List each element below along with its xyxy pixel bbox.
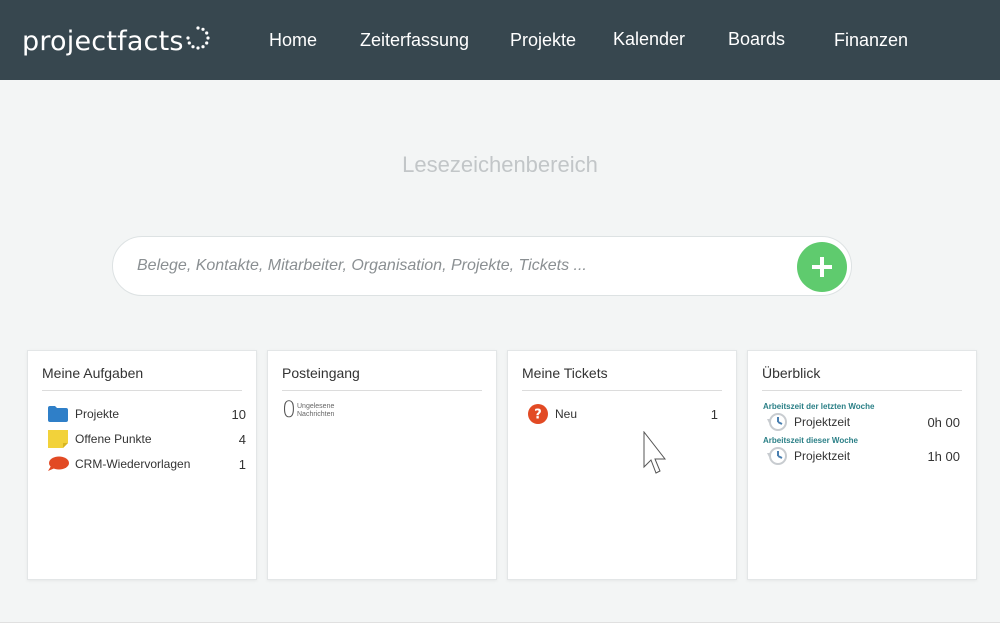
nav-finanzen[interactable]: Finanzen (834, 30, 908, 51)
unread-label: Ungelesene Nachrichten (297, 403, 377, 419)
logo-text: projectfacts (22, 26, 184, 57)
card-inbox[interactable]: Posteingang 0 Ungelesene Nachrichten (267, 350, 497, 580)
dotted-circle-icon (186, 26, 210, 50)
nav-home[interactable]: Home (269, 30, 317, 51)
card-title: Meine Tickets (522, 365, 608, 381)
overview-heading-last-week: Arbeitszeit der letzten Woche (763, 402, 875, 411)
row-label: Offene Punkte (75, 432, 152, 446)
task-row-open-items[interactable]: Offene Punkte 4 (48, 429, 246, 449)
divider (522, 390, 722, 391)
add-button[interactable] (797, 242, 847, 292)
overview-label: Projektzeit (794, 415, 851, 429)
ticket-row-new[interactable]: ? Neu 1 (528, 404, 726, 424)
unread-label-line1: Ungelesene (297, 403, 335, 410)
search-box (112, 236, 852, 296)
card-my-tickets: Meine Tickets ? Neu 1 (507, 350, 737, 580)
row-count: 10 (231, 406, 246, 422)
card-title: Überblick (762, 365, 821, 381)
task-row-projects[interactable]: Projekte 10 (48, 404, 246, 424)
sticky-note-icon (48, 430, 70, 448)
divider (282, 390, 482, 391)
task-row-crm-followups[interactable]: CRM-Wiedervorlagen 1 (48, 454, 246, 474)
folder-icon (48, 405, 70, 423)
unread-count: 0 (282, 398, 296, 423)
overview-label: Projektzeit (794, 449, 851, 463)
overview-heading-this-week: Arbeitszeit dieser Woche (763, 436, 858, 445)
overview-value: 0h 00 (927, 414, 960, 430)
row-label: CRM-Wiedervorlagen (75, 457, 191, 471)
card-overview: Überblick Arbeitszeit der letzten Woche … (747, 350, 977, 580)
card-title: Posteingang (282, 365, 360, 381)
overview-row-this-week[interactable]: Projektzeit 1h 00 (766, 446, 960, 466)
row-label: Neu (555, 407, 578, 421)
question-icon: ? (528, 404, 550, 424)
plus-icon (812, 257, 832, 277)
app-logo[interactable]: projectfacts (22, 22, 210, 62)
history-clock-icon (767, 447, 787, 465)
row-count: 4 (238, 431, 246, 447)
nav-zeiterfassung[interactable]: Zeiterfassung (360, 30, 469, 51)
divider (42, 390, 242, 391)
card-title: Meine Aufgaben (42, 365, 144, 381)
row-label: Projekte (75, 407, 120, 421)
row-count: 1 (710, 406, 718, 422)
row-count: 1 (238, 456, 246, 472)
nav-kalender[interactable]: Kalender (613, 29, 685, 50)
bookmark-area: Lesezeichenbereich (402, 152, 598, 177)
overview-row-last-week[interactable]: Projektzeit 0h 00 (766, 412, 960, 432)
mouse-pointer-icon (643, 431, 667, 474)
nav-boards[interactable]: Boards (728, 29, 785, 50)
overview-value: 1h 00 (927, 448, 960, 464)
divider (762, 390, 962, 391)
top-navigation-bar: projectfacts Home Zeiterfassung Projekte… (0, 0, 1000, 80)
card-my-tasks: Meine Aufgaben Projekte 10 Offene Punkte… (27, 350, 257, 580)
unread-label-line2: Nachrichten (297, 411, 335, 418)
history-clock-icon (767, 413, 787, 431)
svg-text:?: ? (534, 408, 542, 423)
nav-projekte[interactable]: Projekte (510, 30, 576, 51)
search-input[interactable] (137, 251, 777, 281)
speech-bubble-icon (48, 455, 70, 473)
